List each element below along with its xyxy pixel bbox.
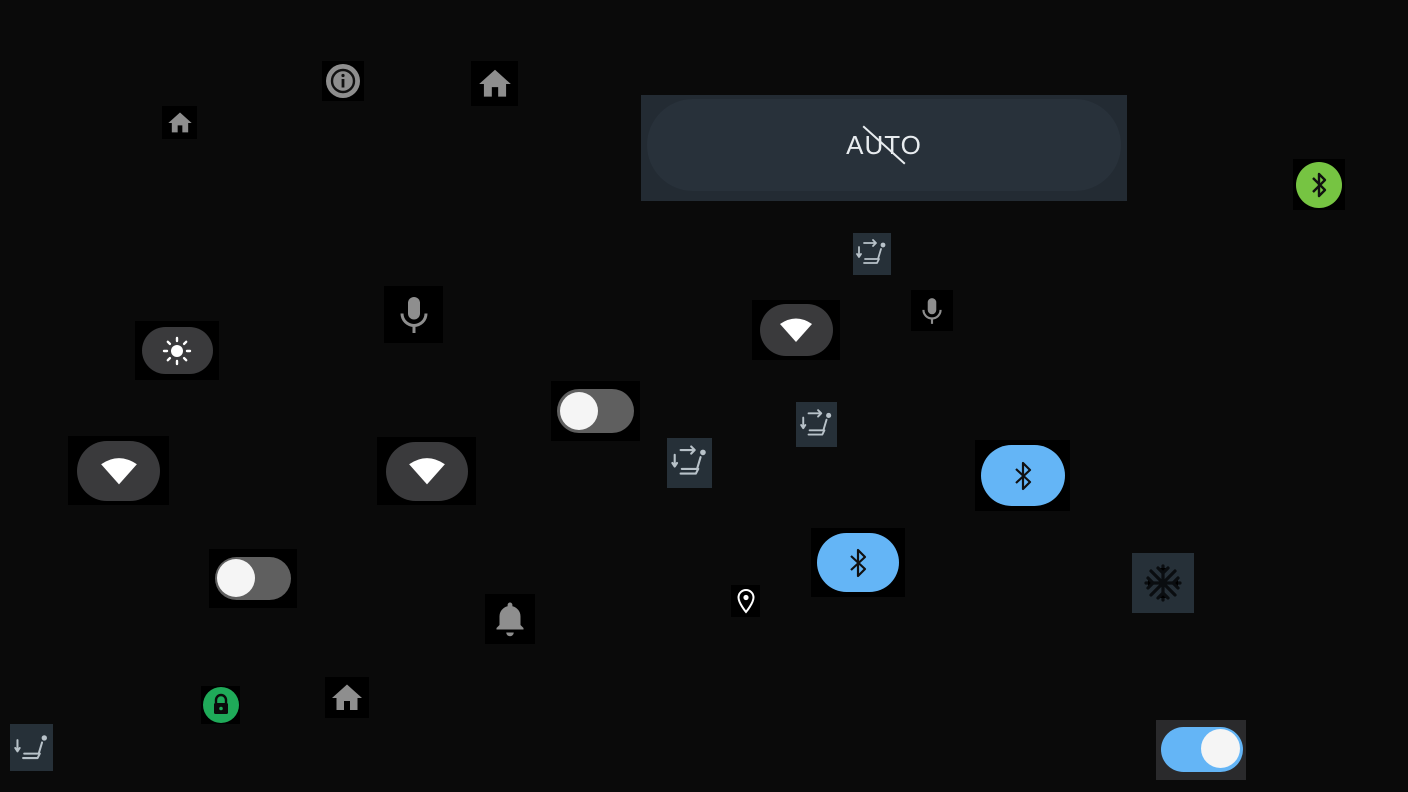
toggle-knob [1201,729,1240,768]
lock-icon [202,687,239,723]
wifi-button[interactable] [385,441,468,501]
bell-icon [496,602,524,637]
toggle-switch[interactable] [551,381,640,441]
seat-recline-button[interactable] [10,724,53,771]
brightness-button[interactable] [141,327,213,374]
toggle-switch[interactable] [1156,720,1246,780]
wifi-button[interactable] [77,440,160,501]
bluetooth-button[interactable] [817,533,899,592]
seat-recline-button[interactable] [667,438,712,488]
bluetooth-button[interactable] [1293,159,1345,210]
seat-recline-icon [799,408,831,435]
seat-recline-icon [670,445,706,475]
brightness-icon [162,336,192,365]
home-button[interactable] [471,61,518,106]
home-icon [332,684,362,710]
wifi-button-wrap [377,437,476,505]
seat-recline-button[interactable] [796,402,837,447]
seat-recline-icon [13,734,47,759]
location-pin-icon [736,588,755,614]
microphone-button[interactable] [911,290,953,331]
seat-recline-icon [856,239,886,264]
auto-panel: AUTO [641,95,1127,201]
toggle-knob [217,559,255,597]
bluetooth-button[interactable] [980,445,1065,506]
wifi-button[interactable] [759,304,833,356]
location-button[interactable] [731,585,760,617]
microphone-button[interactable] [384,286,443,343]
toggle-switch[interactable] [209,549,297,608]
wifi-icon [100,457,137,484]
wifi-icon [408,458,445,485]
bluetooth-icon [1014,461,1031,490]
info-icon [326,64,360,98]
bluetooth-button-wrap [811,528,905,597]
toggle-knob [560,392,598,430]
defrost-button[interactable] [1132,553,1194,613]
bluetooth-icon [1296,161,1342,208]
home-icon [478,69,511,97]
home-button[interactable] [162,106,197,139]
microphone-icon [922,297,942,324]
bluetooth-icon [850,548,867,577]
info-button[interactable] [322,61,364,101]
microphone-icon [400,296,427,333]
home-icon [167,112,192,132]
bluetooth-button-wrap [975,440,1070,511]
notification-button[interactable] [485,594,535,644]
snowflake-icon [1144,564,1182,602]
wifi-icon [780,318,812,342]
wifi-button-wrap [752,300,840,360]
brightness-button-wrap [135,321,219,380]
lock-button[interactable] [201,686,240,724]
wifi-button-wrap [68,436,169,505]
auto-button[interactable]: AUTO [647,99,1121,191]
seat-recline-button[interactable] [853,233,891,275]
home-button[interactable] [325,677,369,718]
